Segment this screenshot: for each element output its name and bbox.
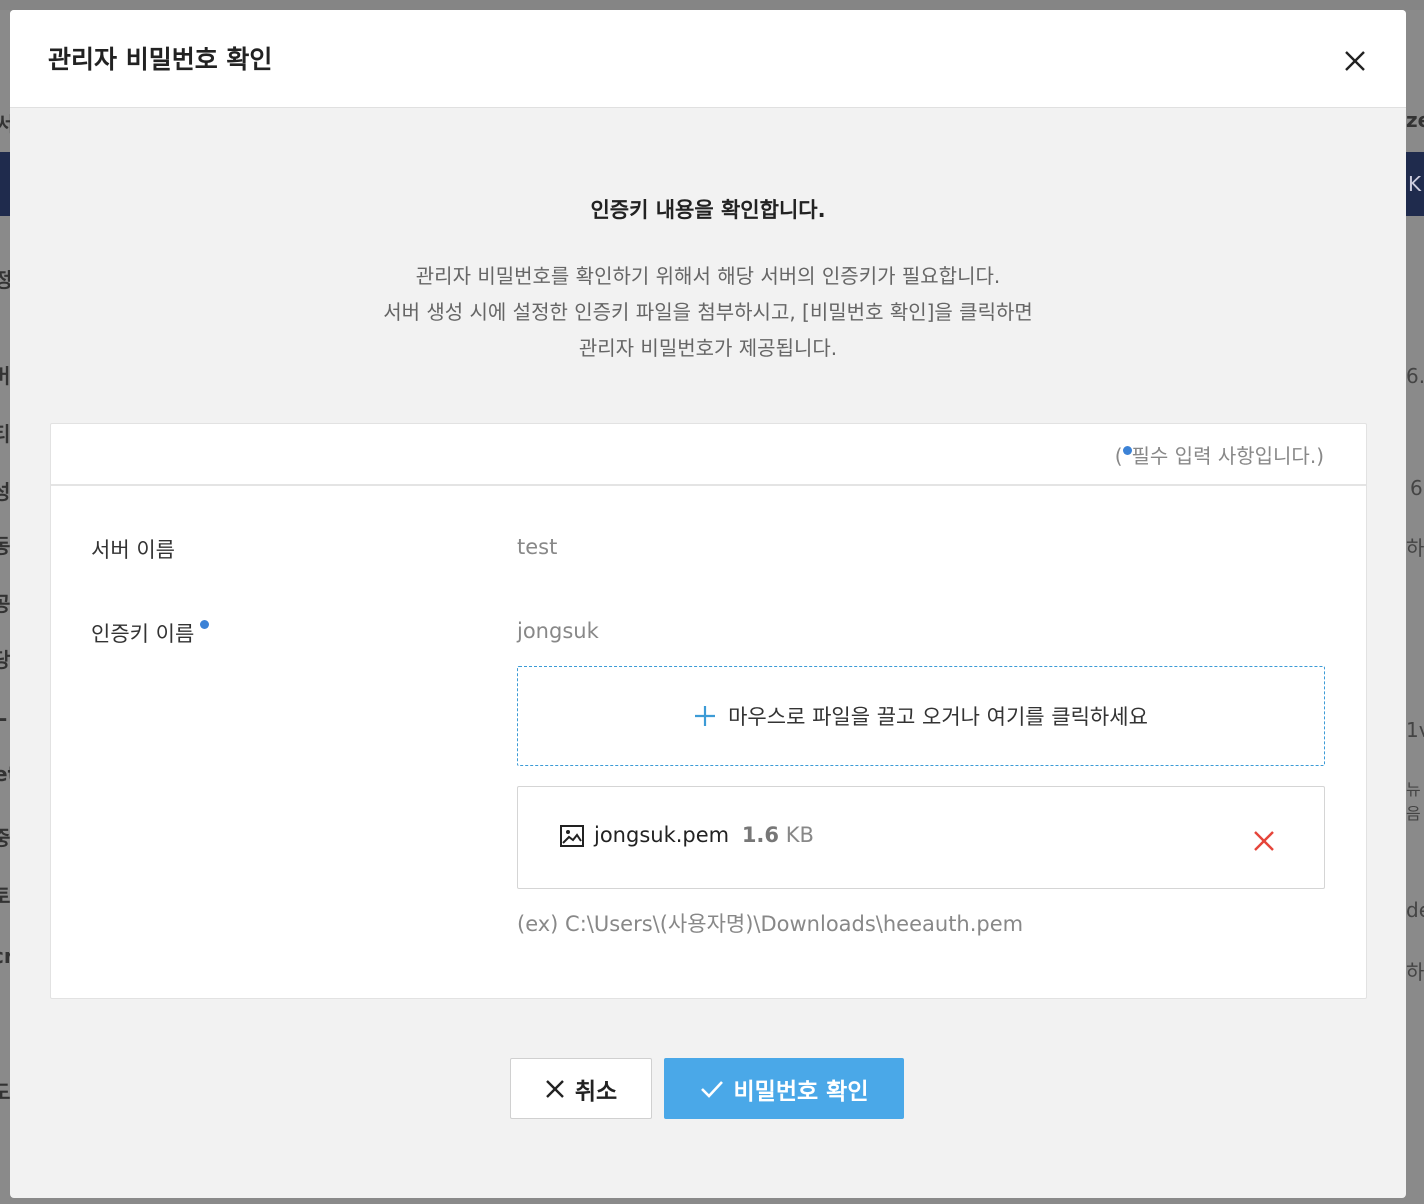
password-confirm-modal: 관리자 비밀번호 확인 인증키 내용을 확인합니다. 관리자 비밀번호를 확인하…: [10, 10, 1406, 1198]
intro-title: 인증키 내용을 확인합니다.: [590, 198, 826, 222]
check-icon: [700, 1080, 723, 1098]
background-text: 티: [0, 422, 11, 446]
required-dot-icon: [200, 620, 210, 629]
background-text: 중: [0, 826, 11, 850]
cancel-button[interactable]: 취소: [510, 1058, 652, 1119]
modal-header: 관리자 비밀번호 확인: [10, 10, 1406, 108]
background-text: 하: [1406, 960, 1424, 984]
attached-file-item: jongsuk.pem 1.6 KB: [517, 786, 1325, 889]
background-text: 뉴음: [1406, 780, 1421, 823]
background-text: L: [0, 702, 7, 726]
auth-key-label: 인증키 이름: [91, 618, 210, 648]
background-text: 6.: [1406, 364, 1424, 388]
background-text: 동: [0, 534, 11, 558]
file-name: jongsuk.pem 1.6 KB: [594, 823, 814, 847]
required-dot-icon: [1122, 446, 1132, 455]
intro-description: 관리자 비밀번호를 확인하기 위해서 해당 서버의 인증키가 필요합니다. 서버…: [10, 258, 1406, 366]
background-text: 6: [1410, 476, 1423, 500]
background-text: de: [1406, 898, 1424, 922]
background-text: 하: [1406, 536, 1424, 560]
path-hint: (ex) C:\Users\(사용자명)\Downloads\heeauth.p…: [517, 912, 1024, 936]
close-icon: [545, 1079, 564, 1098]
confirm-button-label: 비밀번호 확인: [733, 1078, 869, 1105]
intro-line: 서버 생성 시에 설정한 인증키 파일을 첨부하시고, [비밀번호 확인]을 클…: [383, 300, 1033, 324]
plus-icon: [695, 706, 716, 726]
close-icon: [1345, 51, 1365, 71]
file-size-value: 1.6: [741, 823, 780, 847]
intro-line: 관리자 비밀번호를 확인하기 위해서 해당 서버의 인증키가 필요합니다.: [415, 264, 1001, 288]
background-text: K: [1408, 172, 1422, 196]
image-file-icon: [560, 825, 584, 847]
background-text: ze: [1406, 108, 1424, 132]
intro-line: 관리자 비밀번호가 제공됩니다.: [578, 336, 838, 360]
required-note-text: 필수 입력 사항입니다.): [1131, 444, 1324, 468]
close-icon: [1254, 831, 1274, 851]
server-name-value: test: [517, 535, 558, 559]
background-text: 버: [0, 364, 11, 388]
background-left-nav: [0, 152, 10, 216]
cancel-button-label: 취소: [574, 1078, 618, 1105]
background-text: 성: [0, 480, 11, 504]
background-text: 공: [0, 592, 11, 616]
background-topbar: [0, 0, 1424, 10]
file-dropzone[interactable]: 마우스로 파일을 끌고 오거나 여기를 클릭하세요: [517, 666, 1325, 766]
server-name-label: 서버 이름: [91, 538, 175, 562]
background-text: 당: [0, 648, 11, 672]
modal-title: 관리자 비밀번호 확인: [48, 45, 273, 74]
file-name-text: jongsuk.pem: [594, 823, 730, 847]
background-text: 토: [0, 884, 11, 908]
confirm-password-button[interactable]: 비밀번호 확인: [664, 1058, 904, 1119]
form-box: ( 필수 입력 사항입니다.) 서버 이름 test 인증키 이름 jongsuk…: [50, 423, 1367, 999]
auth-key-value: jongsuk: [517, 619, 599, 643]
required-note-row: ( 필수 입력 사항입니다.): [51, 424, 1366, 486]
background-text: 1v: [1406, 718, 1424, 742]
required-note: ( 필수 입력 사항입니다.): [1115, 440, 1324, 469]
file-size-unit: KB: [785, 823, 814, 847]
dropzone-text: 마우스로 파일을 끌고 오거나 여기를 클릭하세요: [728, 705, 1148, 729]
auth-key-label-text: 인증키 이름: [91, 622, 195, 646]
required-note-prefix: (: [1114, 444, 1123, 468]
close-button[interactable]: [1340, 46, 1370, 76]
remove-file-button[interactable]: [1252, 829, 1276, 853]
background-text: 도: [0, 1080, 11, 1104]
